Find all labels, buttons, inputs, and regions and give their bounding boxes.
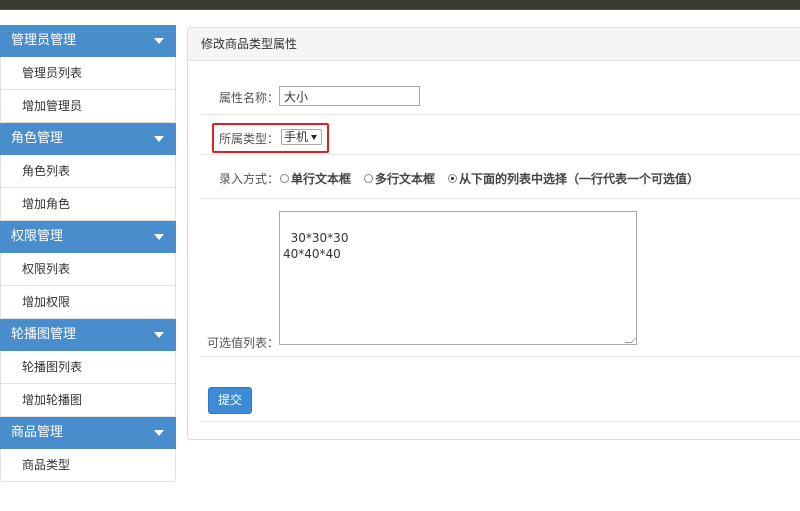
caret-down-icon [154,430,164,436]
type-label: 所属类型： [219,132,280,146]
sidebar-header-label: 权限管理 [11,229,64,244]
attribute-name-label: 属性名称： [219,91,280,105]
panel-title: 修改商品类型属性 [188,28,800,61]
sidebar-item-add-admin[interactable]: 增加管理员 [0,90,176,123]
submit-button[interactable]: 提交 [208,387,252,414]
sidebar-item-add-role[interactable]: 增加角色 [0,188,176,221]
form-row-divider [200,114,800,115]
caret-down-icon [154,234,164,240]
radio-multi-line-label: 多行文本框 [375,172,436,186]
sidebar-item-permission-list[interactable]: 权限列表 [0,253,176,286]
sidebar-header-admin[interactable]: 管理员管理 [0,25,176,57]
sidebar-item-carousel-list[interactable]: 轮播图列表 [0,351,176,384]
form-row-divider [200,421,800,422]
form-row-divider [200,154,800,155]
radio-list-label: 从下面的列表中选择（一行代表一个可选值） [459,172,700,186]
type-select[interactable]: 手机 [281,129,322,145]
sidebar-group-permission: 权限管理 权限列表 增加权限 [0,221,176,319]
radio-option-multi-line[interactable]: 多行文本框 [364,170,435,187]
sidebar-header-label: 商品管理 [11,425,64,440]
values-list-label: 可选值列表： [207,336,280,350]
sidebar-group-admin: 管理员管理 管理员列表 增加管理员 [0,25,176,123]
sidebar-header-goods[interactable]: 商品管理 [0,417,176,449]
sidebar-group-carousel: 轮播图管理 轮播图列表 增加轮播图 [0,319,176,417]
radio-single-line-label: 单行文本框 [291,172,352,186]
sidebar-item-add-permission[interactable]: 增加权限 [0,286,176,319]
radio-option-single-line[interactable]: 单行文本框 [280,170,351,187]
radio-single-line[interactable] [280,174,289,183]
sidebar-group-role: 角色管理 角色列表 增加角色 [0,123,176,221]
sidebar-item-role-list[interactable]: 角色列表 [0,155,176,188]
form-row-divider [200,356,800,357]
sidebar-header-label: 轮播图管理 [11,327,77,342]
dropdown-arrow-icon [311,135,317,140]
input-mode-label: 录入方式： [219,172,280,186]
sidebar-group-goods: 商品管理 商品类型 [0,417,176,482]
sidebar-item-add-carousel[interactable]: 增加轮播图 [0,384,176,417]
form-row-divider [200,198,800,199]
caret-down-icon [154,332,164,338]
radio-multi-line[interactable] [364,174,373,183]
radio-option-list[interactable]: 从下面的列表中选择（一行代表一个可选值） [448,170,699,187]
sidebar: 管理员管理 管理员列表 增加管理员 角色管理 角色列表 增加角色 权限管理 权限… [0,25,176,482]
caret-down-icon [154,38,164,44]
sidebar-item-goods-type[interactable]: 商品类型 [0,449,176,482]
sidebar-header-label: 角色管理 [11,131,64,146]
top-bar [0,0,800,10]
values-list-text: 30*30*30 40*40*40 [283,231,349,261]
sidebar-header-permission[interactable]: 权限管理 [0,221,176,253]
sidebar-header-carousel[interactable]: 轮播图管理 [0,319,176,351]
values-list-textarea[interactable]: 30*30*30 40*40*40 [279,211,637,345]
sidebar-header-label: 管理员管理 [11,33,77,48]
resize-grip-icon[interactable] [624,336,636,343]
radio-list[interactable] [448,174,457,183]
sidebar-item-admin-list[interactable]: 管理员列表 [0,57,176,90]
type-select-value: 手机 [284,130,309,144]
attribute-name-input[interactable] [279,86,420,106]
caret-down-icon [154,136,164,142]
sidebar-header-role[interactable]: 角色管理 [0,123,176,155]
